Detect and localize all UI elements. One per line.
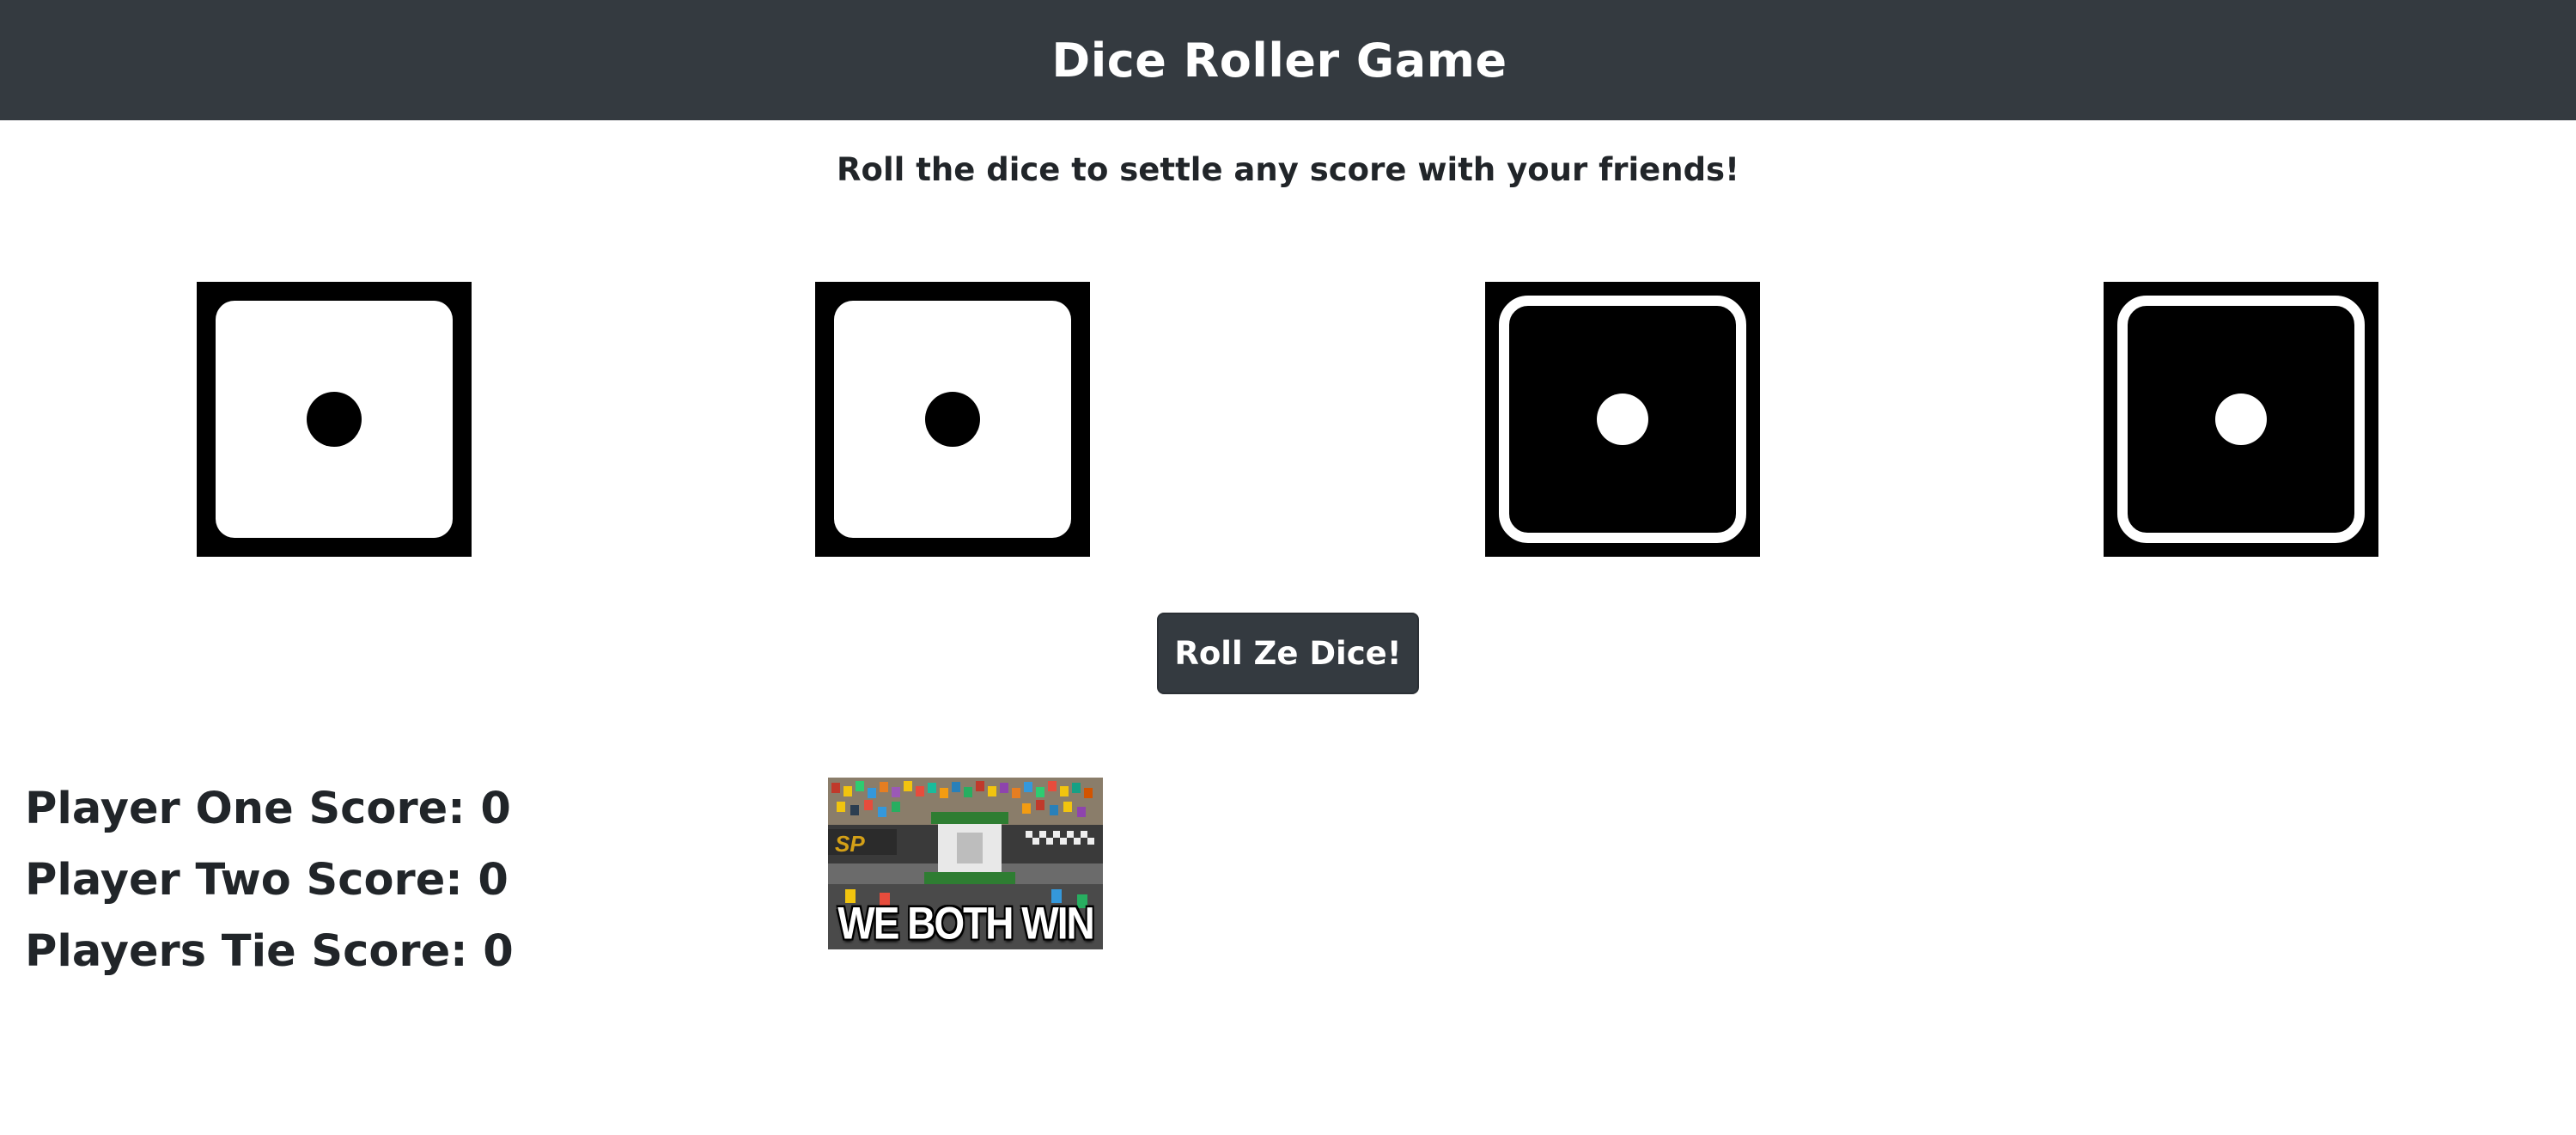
tagline: Roll the dice to settle any score with y…: [837, 151, 1739, 188]
navbar: Dice Roller Game: [0, 0, 2576, 120]
svg-text:SP: SP: [835, 831, 865, 857]
die-face-1-icon: [1485, 282, 1760, 557]
die-player-two-b: [2104, 282, 2378, 557]
result-image: SP WE BOTH WIN: [828, 778, 1103, 949]
die-player-one-a: [197, 282, 472, 557]
die-player-one-b: [815, 282, 1090, 557]
page-title: Dice Roller Game: [1051, 33, 1507, 88]
player-two-score: Player Two Score: 0: [25, 855, 509, 906]
player-one-score: Player One Score: 0: [25, 784, 511, 834]
die-face-1-icon: [197, 282, 472, 557]
result-image-caption: WE BOTH WIN: [837, 897, 1094, 949]
die-player-two-a: [1485, 282, 1760, 557]
scoreboard: Player One Score: 0 Player Two Score: 0 …: [25, 773, 514, 987]
die-face-1-icon: [2104, 282, 2378, 557]
tie-score: Players Tie Score: 0: [25, 926, 514, 977]
roll-dice-button[interactable]: Roll Ze Dice!: [1157, 613, 1419, 694]
die-face-1-icon: [815, 282, 1090, 557]
